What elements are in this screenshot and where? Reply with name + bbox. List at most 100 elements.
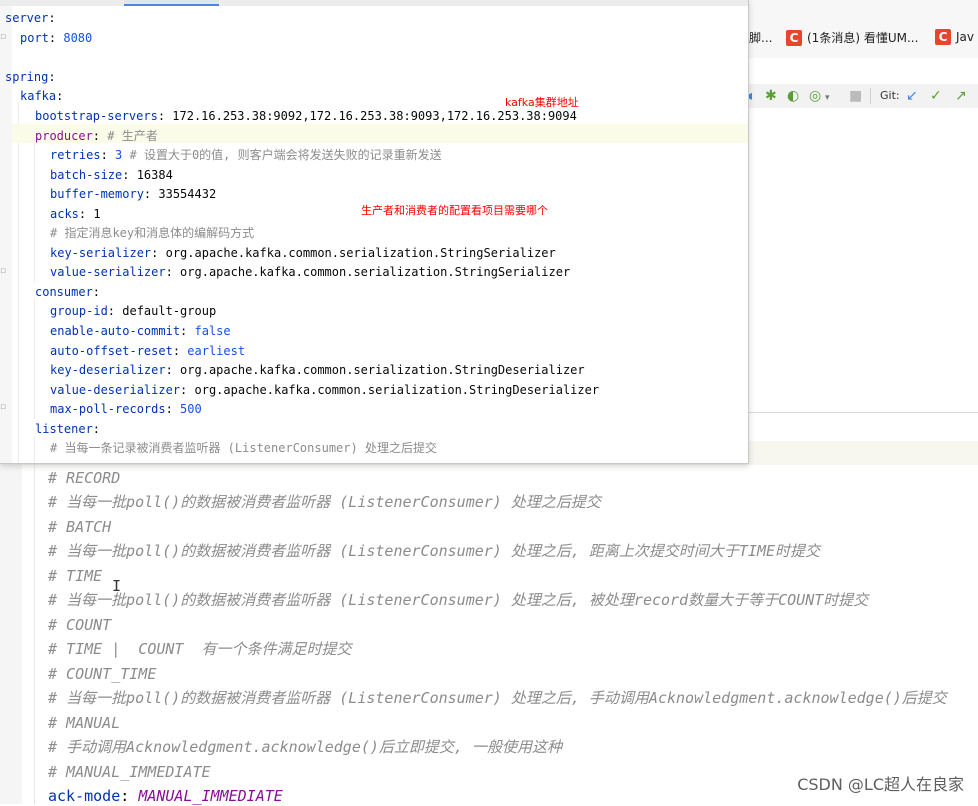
yaml-value: 1 (93, 207, 101, 221)
indent-guide (34, 437, 35, 463)
yaml-separator: : (48, 11, 56, 25)
yaml-key: server (5, 11, 49, 25)
editor-overview[interactable]: ▫ ▫ ▫ server: port: 8080 spring: kafka: boot… (0, 0, 749, 464)
coverage-icon[interactable]: ◐ (787, 88, 799, 104)
yaml-key: enable-auto-commit (50, 324, 181, 338)
code-line: spring: (5, 69, 56, 85)
code-line: batch-size: 16384 (50, 167, 173, 183)
editor-tab-strip (0, 0, 748, 6)
yaml-separator: : (107, 304, 123, 318)
csdn-icon: C (786, 29, 802, 46)
indent-guide (34, 299, 35, 419)
code-line: buffer-memory: 33554432 (50, 186, 216, 202)
yaml-separator: : (165, 363, 181, 377)
yaml-separator: : (172, 344, 188, 358)
annotation-producer-consumer: 生产者和消费者的配置看项目需要哪个 (361, 204, 548, 217)
yaml-separator: : (56, 89, 64, 103)
yaml-comment: # 当每一条记录被消费者监听器 (ListenerConsumer) 处理之后提… (50, 441, 437, 455)
bookmark-item-3[interactable]: C Jav (935, 29, 974, 45)
yaml-separator: : (92, 129, 108, 143)
yaml-value: default-group (122, 304, 217, 318)
debug-bug-icon[interactable]: ✱ (765, 88, 777, 104)
yaml-key: bootstrap-servers (35, 109, 158, 123)
code-line: server: (5, 10, 56, 26)
yaml-key: max-poll-records (50, 402, 166, 416)
yaml-separator: : (92, 285, 101, 299)
yaml-value: 500 (180, 402, 202, 416)
code-comment-line: # TIME (48, 567, 103, 585)
code-line: port: 8080 (20, 30, 92, 46)
code-line: listener: (35, 421, 100, 437)
bookmark-item-2[interactable]: C (1条消息) 看懂UM... (786, 29, 918, 46)
yaml-separator: : (120, 787, 139, 805)
yaml-separator: : (157, 109, 173, 123)
code-line: bootstrap-servers: 172.16.253.38:9092,17… (35, 108, 577, 124)
profiler-icon[interactable]: ◎ (809, 88, 821, 104)
yaml-separator: : (100, 148, 116, 162)
code-line: consumer: (35, 284, 100, 300)
code-line: kafka: (20, 88, 63, 104)
git-update-icon[interactable]: ↙ (906, 88, 918, 104)
indent-guide (18, 103, 19, 463)
git-commit-icon[interactable]: ✓ (930, 88, 942, 104)
yaml-separator: : (151, 246, 166, 260)
yaml-comment: # 设置大于0的值, 则客户端会将发送失败的记录重新发送 (122, 148, 442, 162)
git-push-icon[interactable]: ↗ (955, 88, 967, 104)
yaml-key: consumer (35, 285, 93, 299)
code-line: key-deserializer: org.apache.kafka.commo… (50, 362, 585, 378)
yaml-separator: : (78, 207, 94, 221)
bookmark-label: 脚... (749, 31, 773, 45)
code-line: key-serializer: org.apache.kafka.common.… (50, 245, 556, 261)
yaml-separator: : (180, 324, 195, 338)
dropdown-arrow-icon[interactable]: ▾ (825, 90, 830, 106)
yaml-key: retries (50, 148, 101, 162)
yaml-separator: : (165, 265, 181, 279)
ide-toolbar: ◂ ✱ ◐ ◎ ▾ ■ Git: ↙ ✓ ↗ (745, 84, 978, 109)
code-line: value-serializer: org.apache.kafka.commo… (50, 264, 570, 280)
yaml-value: 33554432 (158, 187, 217, 201)
active-tab[interactable] (124, 0, 219, 6)
yaml-key: value-serializer (50, 265, 166, 279)
text-cursor-icon: I (112, 577, 122, 595)
yaml-value: 172.16.253.38:9092,172.16.253.38:9093,17… (172, 109, 577, 123)
editor-gutter (0, 413, 22, 804)
bookmark-label: Jav (956, 30, 974, 44)
code-line: group-id: default-group (50, 303, 216, 319)
yaml-value: 16384 (136, 168, 173, 182)
yaml-key: listener (35, 422, 93, 436)
code-line: auto-offset-reset: earliest (50, 343, 245, 359)
code-line: acks: 1 (50, 206, 101, 222)
fold-icon[interactable]: ▫ (0, 402, 6, 412)
code-line: # 指定消息key和消息体的编解码方式 (50, 225, 254, 241)
stop-icon[interactable]: ■ (849, 88, 862, 104)
toolbar-divider (870, 88, 871, 104)
editor-zoomed[interactable]: # RECORD # 当每一批poll()的数据被消费者监听器 (Listene… (0, 412, 978, 805)
yaml-value: org.apache.kafka.common.serialization.St… (180, 363, 585, 377)
annotation-cluster-address: kafka集群地址 (505, 96, 579, 109)
yaml-key: auto-offset-reset (50, 344, 173, 358)
yaml-key: acks (50, 207, 79, 221)
yaml-key: value-deserializer (50, 383, 181, 397)
ide-right-background (749, 108, 978, 412)
yaml-key: kafka (20, 89, 57, 103)
yaml-key: spring (5, 70, 49, 84)
yaml-comment: # 生产者 (107, 129, 158, 143)
yaml-value: org.apache.kafka.common.serialization.St… (165, 246, 556, 260)
code-comment-line: # 当每一批poll()的数据被消费者监听器 (ListenerConsumer… (48, 591, 869, 609)
bookmark-label: (1条消息) 看懂UM... (807, 31, 919, 45)
code-comment-line: # 当每一批poll()的数据被消费者监听器 (ListenerConsumer… (48, 689, 947, 707)
code-comment-line: # 当每一批poll()的数据被消费者监听器 (ListenerConsumer… (48, 493, 601, 511)
indent-guide (34, 413, 35, 804)
code-comment-line: # COUNT (48, 616, 112, 634)
yaml-value: earliest (187, 344, 246, 358)
yaml-value: false (194, 324, 231, 338)
fold-icon[interactable]: ▫ (0, 266, 6, 276)
code-line: # 当每一条记录被消费者监听器 (ListenerConsumer) 处理之后提… (50, 440, 437, 456)
code-comment-line: # MANUAL (48, 714, 121, 732)
code-comment-line: # TIME | COUNT 有一个条件满足时提交 (48, 640, 352, 658)
fold-icon[interactable]: ▫ (0, 32, 6, 42)
code-line: max-poll-records: 500 (50, 401, 202, 417)
code-comment-line: # COUNT_TIME (48, 665, 157, 683)
yaml-key: group-id (50, 304, 108, 318)
bookmark-item-1[interactable]: 脚... (749, 29, 772, 46)
